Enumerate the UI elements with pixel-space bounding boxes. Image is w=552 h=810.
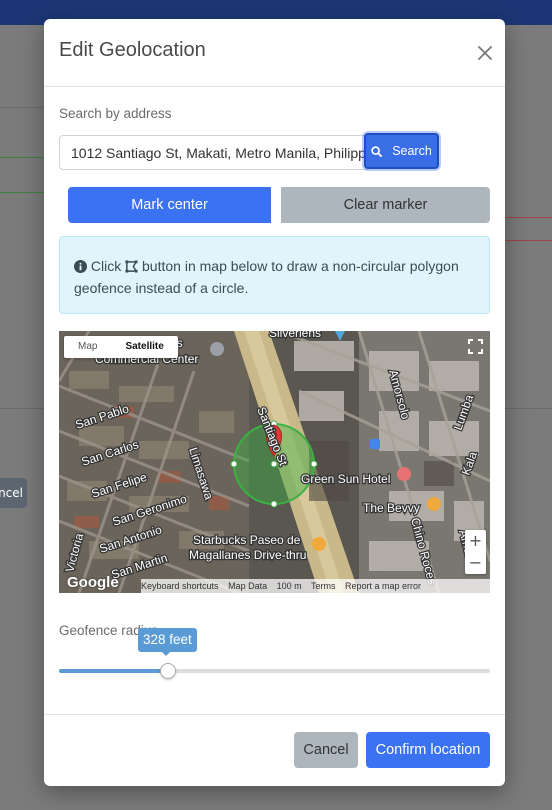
map-label: Starbucks Paseo de — [193, 533, 301, 547]
terms-link[interactable]: Terms — [311, 581, 336, 591]
radius-tooltip: 328 feet — [138, 628, 197, 652]
confirm-location-button[interactable]: Confirm location — [366, 732, 490, 768]
map-data-link[interactable]: Map Data — [228, 581, 267, 591]
zoom-out-button[interactable]: − — [465, 552, 486, 574]
report-map-error-link[interactable]: Report a map error — [345, 581, 421, 591]
map-label: Silverlens — [269, 331, 321, 340]
zoom-in-button[interactable]: + — [465, 530, 486, 552]
info-alert: Click button in map below to draw a non-… — [59, 236, 490, 314]
info-text-before: Click — [90, 258, 122, 274]
background-divider — [505, 240, 552, 241]
modal-footer: Cancel Confirm location — [44, 714, 505, 786]
slider-handle[interactable] — [159, 663, 176, 679]
fullscreen-button[interactable] — [465, 336, 486, 357]
modal-title: Edit Geolocation — [59, 39, 206, 61]
map-label: Magallanes Drive-thru — [189, 548, 306, 562]
search-icon — [371, 146, 383, 158]
map-view[interactable]: lanes Commercial Center Silverlens San P… — [59, 331, 490, 593]
map-type-satellite[interactable]: Satellite — [111, 336, 177, 358]
map-footer: Keyboard shortcuts Map Data 100 m Terms … — [141, 579, 490, 593]
satellite-imagery: lanes Commercial Center Silverlens San P… — [59, 331, 490, 593]
map-type-toggle: Map Satellite — [64, 336, 178, 358]
slider-fill — [59, 669, 167, 673]
edit-geolocation-modal: Edit Geolocation Search by address Searc… — [44, 19, 505, 786]
cancel-button[interactable]: Cancel — [294, 732, 358, 768]
background-divider — [505, 217, 552, 218]
close-icon — [478, 46, 492, 60]
radius-tooltip-arrow — [161, 651, 171, 656]
background-cancel-label: ncel — [0, 486, 23, 500]
map-type-map[interactable]: Map — [64, 336, 111, 358]
close-button[interactable] — [471, 39, 499, 67]
background-divider — [0, 157, 44, 158]
fullscreen-icon — [468, 339, 483, 354]
search-button[interactable]: Search — [364, 133, 439, 169]
address-search-input[interactable] — [59, 135, 371, 170]
keyboard-shortcuts-link[interactable]: Keyboard shortcuts — [141, 581, 219, 591]
info-icon — [74, 260, 87, 273]
map-label: The Bevvy — [363, 501, 420, 515]
zoom-control: + − — [465, 530, 486, 574]
modal-header: Edit Geolocation — [44, 19, 505, 87]
search-label: Search by address — [59, 106, 172, 121]
background-divider — [0, 192, 44, 193]
polygon-icon — [125, 260, 138, 273]
background-divider — [0, 107, 44, 108]
google-logo: Google — [67, 574, 119, 591]
scale-bar: 100 m — [276, 581, 302, 591]
background-cancel-button: ncel — [0, 478, 27, 508]
search-button-label: Search — [392, 144, 432, 158]
map-label: Green Sun Hotel — [301, 472, 390, 486]
geofence-radius-slider[interactable] — [59, 663, 490, 679]
mark-center-button[interactable]: Mark center — [68, 187, 271, 223]
clear-marker-button[interactable]: Clear marker — [281, 187, 490, 223]
